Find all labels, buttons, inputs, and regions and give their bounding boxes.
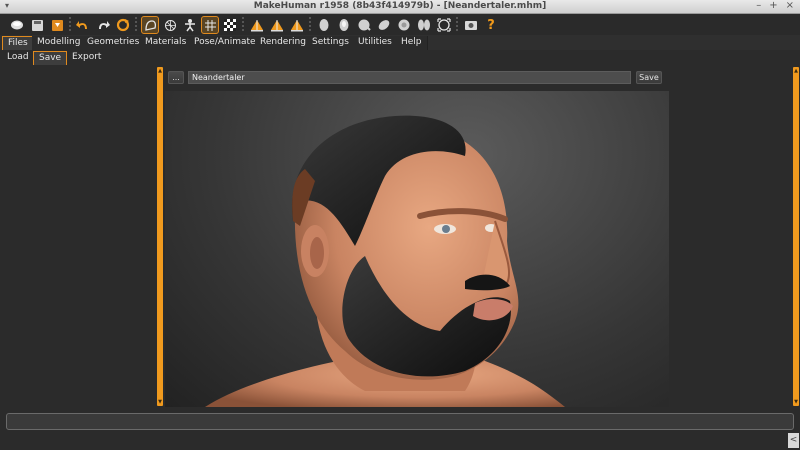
scroll-down-icon[interactable]: ▼	[157, 399, 163, 405]
title-bar: ▾ MakeHuman r1958 (8b43f414979b) - [Nean…	[0, 0, 800, 14]
tab-utilities[interactable]: Utilities	[353, 36, 398, 50]
window-title: MakeHuman r1958 (8b43f414979b) - [Neande…	[253, 1, 547, 11]
human-model-render	[205, 115, 565, 407]
subtab-save[interactable]: Save	[33, 51, 68, 65]
maximize-button[interactable]: +	[769, 0, 777, 11]
main-tabs: Files Modelling Geometries Materials Pos…	[0, 35, 800, 50]
filename-field[interactable]: Neandertaler	[188, 71, 631, 84]
save-file-row: ... Neandertaler Save	[168, 71, 663, 85]
wireframe-icon[interactable]	[161, 16, 179, 34]
head-shape-6-icon[interactable]	[415, 16, 433, 34]
scroll-up-icon[interactable]: ▲	[157, 68, 163, 74]
subtab-export[interactable]: Export	[67, 51, 106, 65]
help-icon[interactable]: ?	[482, 16, 500, 34]
browse-button[interactable]: ...	[168, 71, 184, 84]
right-panel-scrollbar[interactable]: ▲ ▼	[793, 67, 799, 406]
undo-icon[interactable]	[74, 16, 92, 34]
head-shape-1-icon[interactable]	[315, 16, 333, 34]
tab-modelling[interactable]: Modelling	[32, 36, 87, 50]
toolbar-separator	[456, 17, 458, 33]
head-shape-5-icon[interactable]	[395, 16, 413, 34]
toolbar-separator	[69, 17, 71, 33]
grid-icon[interactable]	[201, 16, 219, 34]
status-bar	[6, 413, 794, 430]
collapse-button[interactable]: <	[788, 433, 799, 448]
save-button[interactable]: Save	[636, 71, 662, 84]
checker-icon[interactable]	[221, 16, 239, 34]
toolbar-separator	[242, 17, 244, 33]
head-shape-3-icon[interactable]	[355, 16, 373, 34]
left-panel-scrollbar[interactable]: ▲ ▼	[157, 67, 163, 406]
3d-viewport[interactable]	[165, 91, 669, 407]
subtab-load[interactable]: Load	[2, 51, 34, 65]
scroll-down-icon[interactable]: ▼	[793, 399, 799, 405]
scroll-up-icon[interactable]: ▲	[793, 68, 799, 74]
export-icon[interactable]	[48, 16, 66, 34]
file-subtabs: Load Save Export	[0, 51, 800, 65]
save-file-icon[interactable]	[28, 16, 46, 34]
reset-camera-icon[interactable]	[435, 16, 453, 34]
back-view-icon[interactable]	[288, 16, 306, 34]
new-file-icon[interactable]	[8, 16, 26, 34]
tab-geometries[interactable]: Geometries	[82, 36, 146, 50]
toolbar-separator	[309, 17, 311, 33]
tab-rendering[interactable]: Rendering	[255, 36, 312, 50]
tab-files[interactable]: Files	[2, 36, 34, 50]
front-view-icon[interactable]	[248, 16, 266, 34]
side-view-icon[interactable]	[268, 16, 286, 34]
pose-icon[interactable]	[181, 16, 199, 34]
head-shape-4-icon[interactable]	[375, 16, 393, 34]
close-button[interactable]: ×	[786, 0, 794, 11]
tab-materials[interactable]: Materials	[140, 36, 193, 50]
toolbar-separator	[135, 17, 137, 33]
tab-settings[interactable]: Settings	[307, 36, 355, 50]
window-controls: – + ×	[756, 0, 794, 11]
tab-pose-animate[interactable]: Pose/Animate	[189, 36, 262, 50]
smooth-icon[interactable]	[141, 16, 159, 34]
head-shape-2-icon[interactable]	[335, 16, 353, 34]
minimize-button[interactable]: –	[756, 0, 761, 11]
main-toolbar: ?	[0, 14, 800, 36]
redo-icon[interactable]	[94, 16, 112, 34]
screenshot-icon[interactable]	[462, 16, 480, 34]
tab-help[interactable]: Help	[396, 36, 428, 50]
reset-icon[interactable]	[114, 16, 132, 34]
